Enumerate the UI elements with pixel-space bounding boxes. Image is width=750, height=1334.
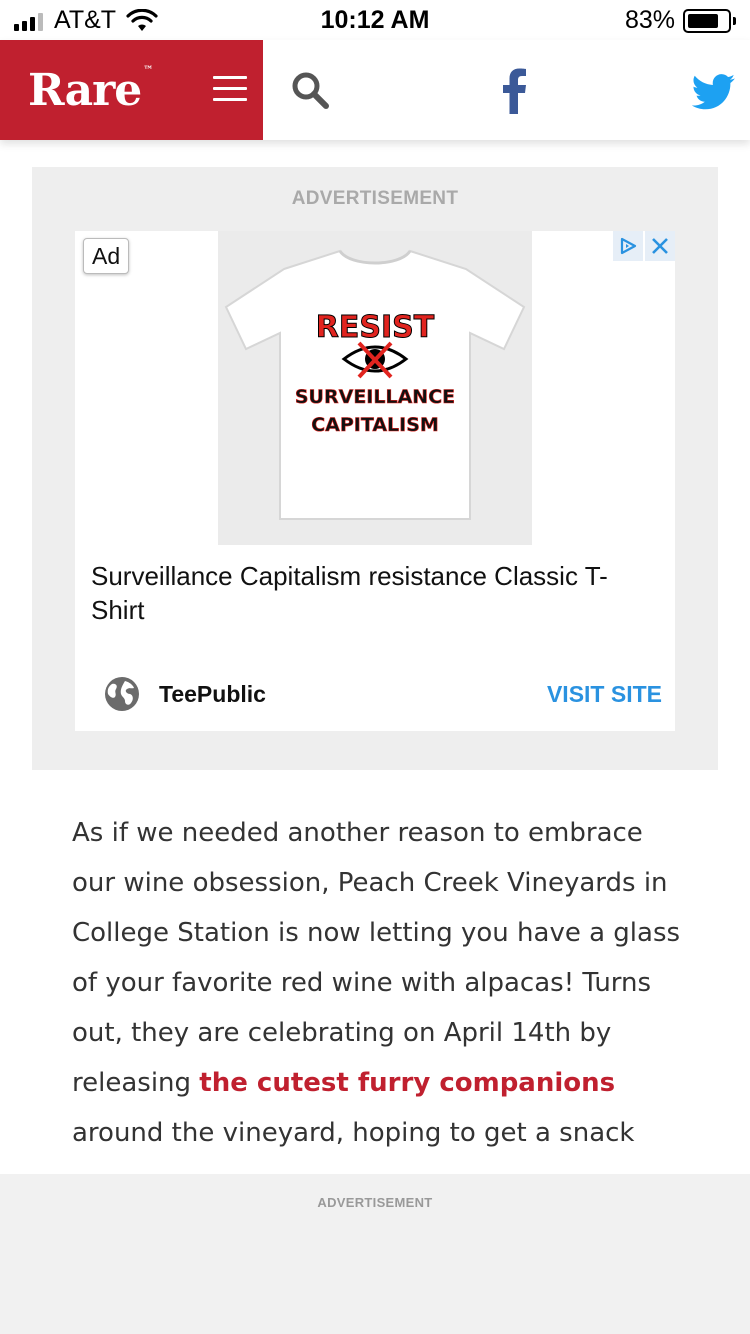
search-icon[interactable] <box>290 70 330 110</box>
ad-title[interactable]: Surveillance Capitalism resistance Class… <box>91 559 651 627</box>
article-text-continued: around the vineyard, hoping to get a sna… <box>72 1118 635 1148</box>
article-link[interactable]: the cutest furry companions <box>199 1068 615 1098</box>
site-header: Rare ™ <box>0 40 750 140</box>
globe-icon <box>105 677 139 711</box>
product-image[interactable]: RESIST SURVEILLANCE CAPITALISM <box>218 231 532 545</box>
article-text: As if we needed another reason to embrac… <box>72 818 681 1098</box>
advertisement-container: ADVERTISEMENT RESIST SURVEILLANCE CAPITA… <box>32 167 718 770</box>
visit-site-button[interactable]: VISIT SITE <box>547 681 662 708</box>
bottom-advertisement-label: ADVERTISEMENT <box>317 1195 433 1210</box>
status-bar: AT&T 10:12 AM 83% <box>0 0 750 40</box>
battery-tip <box>733 16 736 25</box>
ad-footer: TeePublic VISIT SITE <box>75 671 675 721</box>
battery-icon <box>683 8 731 33</box>
ad-choices <box>613 231 675 261</box>
adchoices-icon[interactable] <box>613 231 643 261</box>
tshirt-image: RESIST SURVEILLANCE CAPITALISM <box>224 249 526 520</box>
bottom-advertisement: ADVERTISEMENT <box>0 1174 750 1334</box>
twitter-icon[interactable] <box>692 74 736 110</box>
shirt-text-resist: RESIST <box>316 310 435 345</box>
logo-block[interactable]: Rare ™ <box>0 40 263 140</box>
shirt-text-capitalism: CAPITALISM <box>311 414 439 436</box>
status-right: 83% <box>625 6 736 35</box>
menu-icon[interactable] <box>213 76 247 104</box>
article-paragraph: As if we needed another reason to embrac… <box>72 808 692 1158</box>
advertiser-name: TeePublic <box>159 681 266 707</box>
battery-percent: 83% <box>624 6 675 34</box>
ad-badge: Ad <box>83 238 130 274</box>
close-icon[interactable] <box>645 231 675 261</box>
facebook-icon[interactable] <box>500 68 528 114</box>
site-logo[interactable]: Rare ™ <box>28 65 153 116</box>
advertisement-label: ADVERTISEMENT <box>291 188 459 209</box>
ad-card[interactable]: RESIST SURVEILLANCE CAPITALISM Ad Survei… <box>75 231 675 731</box>
shirt-text-surveillance: SURVEILLANCE <box>295 386 455 408</box>
